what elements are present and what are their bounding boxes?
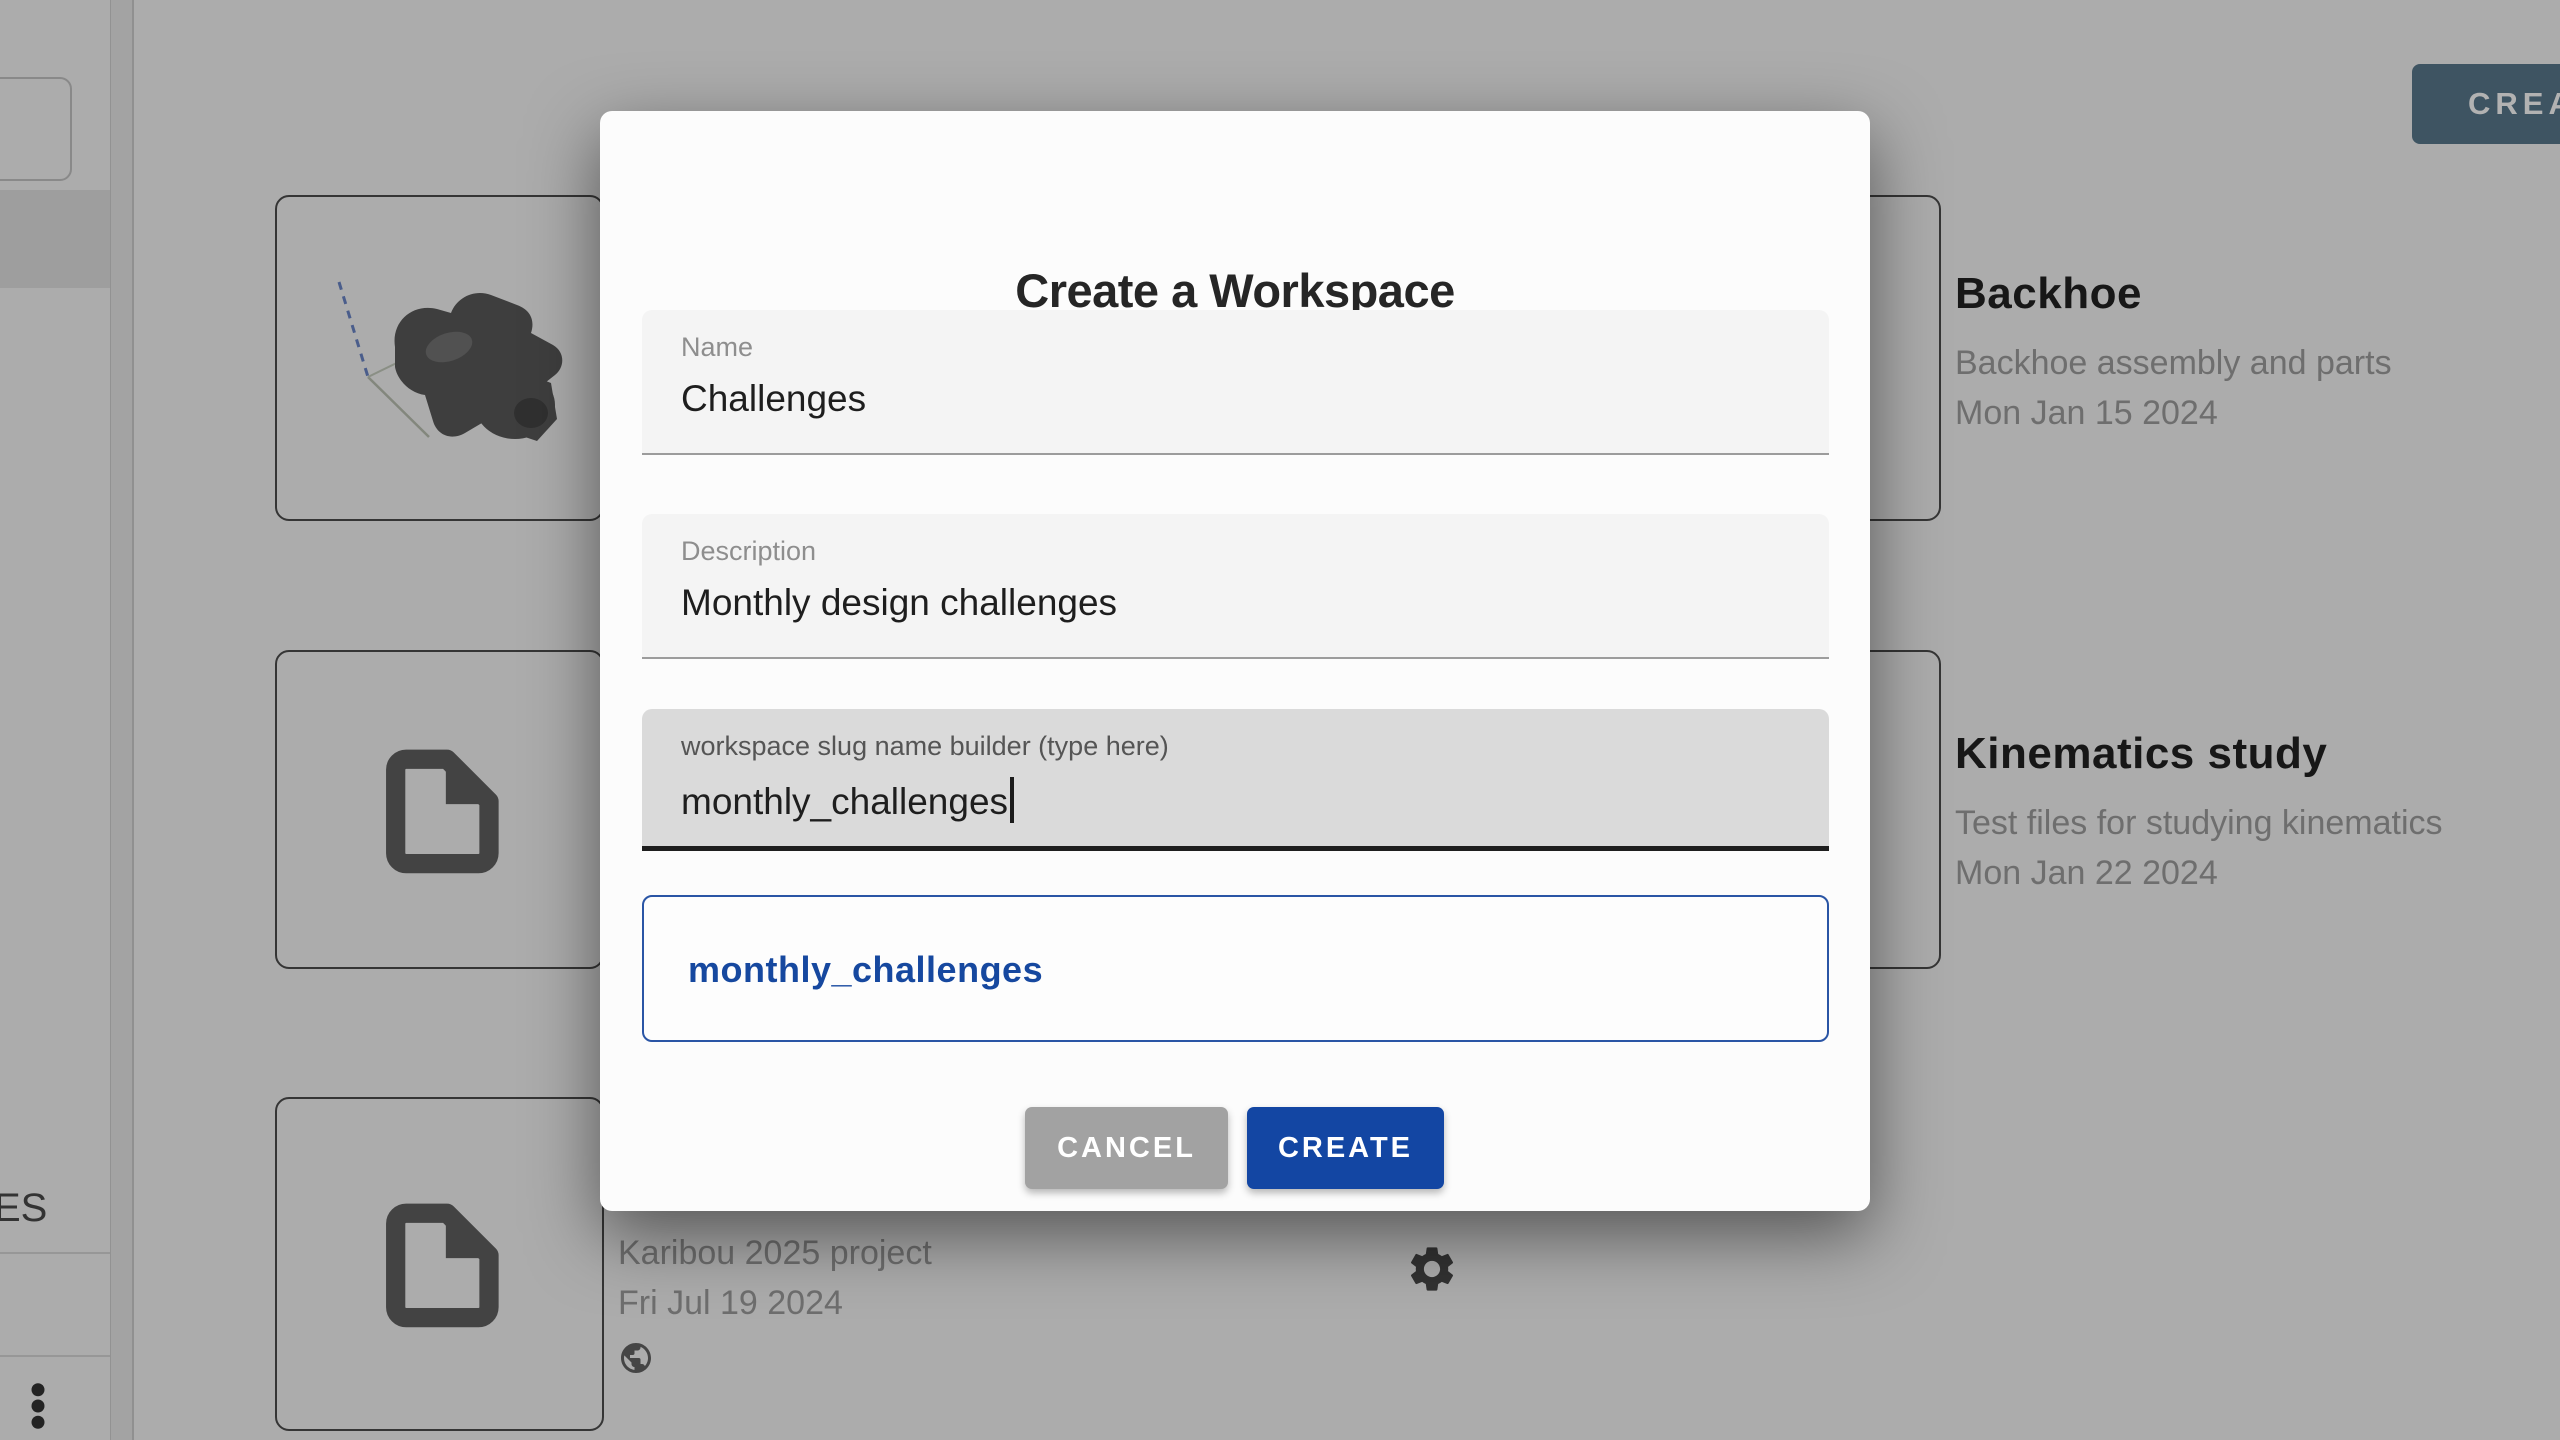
- slug-input[interactable]: workspace slug name builder (type here) …: [642, 709, 1829, 851]
- name-input-label: Name: [681, 332, 753, 363]
- slug-preview-box: monthly_challenges: [642, 895, 1829, 1042]
- slug-preview-text: monthly_challenges: [688, 949, 1043, 991]
- slug-input-label: workspace slug name builder (type here): [681, 731, 1169, 762]
- description-input-value: Monthly design challenges: [681, 582, 1117, 624]
- description-input[interactable]: Description Monthly design challenges: [642, 514, 1829, 659]
- create-workspace-dialog: Create a Workspace Name Challenges Descr…: [600, 111, 1870, 1211]
- screen: ES: [0, 0, 2560, 1440]
- description-input-label: Description: [681, 536, 816, 567]
- name-input[interactable]: Name Challenges: [642, 310, 1829, 455]
- create-button[interactable]: CREATE: [1247, 1107, 1444, 1189]
- name-input-value: Challenges: [681, 378, 866, 420]
- text-cursor: [1010, 777, 1014, 823]
- cancel-button[interactable]: CANCEL: [1025, 1107, 1228, 1189]
- slug-input-value: monthly_challenges: [681, 777, 1014, 823]
